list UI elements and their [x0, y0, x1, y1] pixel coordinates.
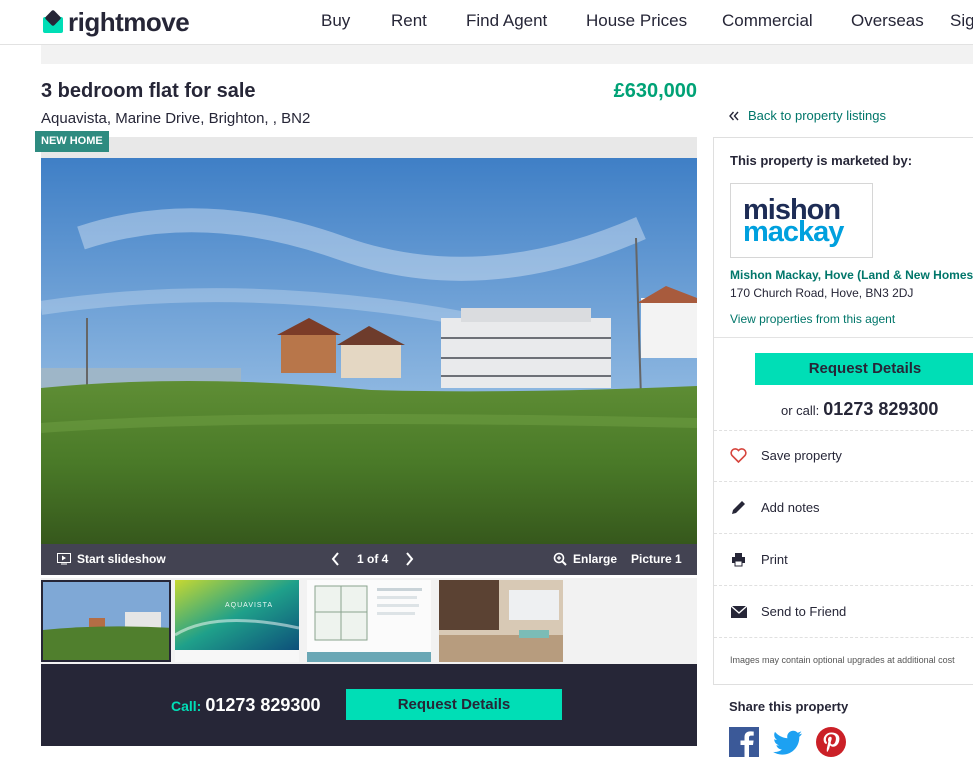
- main-property-photo[interactable]: [41, 158, 697, 544]
- agent-panel: This property is marketed by: mishon mac…: [713, 137, 973, 685]
- back-to-listings-link[interactable]: Back to property listings: [729, 108, 886, 123]
- call-agent: Call: 01273 829300: [171, 695, 320, 716]
- zoom-icon: [553, 552, 567, 566]
- divider: [714, 430, 973, 431]
- enlarge-label: Enlarge: [573, 552, 618, 566]
- marketed-by-heading: This property is marketed by:: [730, 153, 913, 168]
- gallery-controls: Start slideshow 1 of 4 Enlarge Picture 1: [41, 544, 697, 575]
- divider: [714, 585, 973, 586]
- double-chevron-left-icon: [729, 111, 739, 120]
- save-property-button[interactable]: Save property: [730, 447, 842, 464]
- or-call: or call: 01273 829300: [781, 399, 938, 420]
- thumb-brand-text: AQUAVISTA: [225, 602, 274, 609]
- twitter-icon[interactable]: [773, 727, 803, 757]
- view-agent-properties-link[interactable]: View properties from this agent: [730, 312, 895, 326]
- nav-buy[interactable]: Buy: [321, 11, 350, 31]
- chevron-left-icon[interactable]: [331, 552, 341, 566]
- thumbnail-1[interactable]: [41, 580, 171, 662]
- slideshow-label: Start slideshow: [77, 552, 166, 566]
- property-address: Aquavista, Marine Drive, Brighton, , BN2: [41, 110, 311, 127]
- back-label: Back to property listings: [748, 108, 887, 123]
- nav-sign-in[interactable]: Sig: [950, 11, 973, 31]
- divider: [714, 637, 973, 638]
- photo-gallery: Start slideshow 1 of 4 Enlarge Picture 1: [41, 137, 697, 575]
- contact-cta-bar: Call: 01273 829300 Request Details: [41, 664, 697, 746]
- print-label: Print: [761, 552, 788, 567]
- thumbnail-strip: AQUAVISTA: [41, 578, 697, 664]
- enlarge-button[interactable]: Enlarge: [553, 552, 617, 566]
- send-to-friend-label: Send to Friend: [761, 604, 847, 619]
- nav-commercial[interactable]: Commercial: [722, 11, 813, 31]
- request-details-button[interactable]: Request Details: [346, 689, 562, 720]
- call-phone-number[interactable]: 01273 829300: [205, 695, 320, 716]
- heart-icon: [730, 447, 747, 464]
- thumbnail-3[interactable]: [307, 580, 431, 662]
- nav-rent[interactable]: Rent: [391, 11, 427, 31]
- nav-find-agent[interactable]: Find Agent: [466, 11, 547, 31]
- top-nav-bar: rightmove Buy Rent Find Agent House Pric…: [0, 0, 973, 45]
- chevron-right-icon[interactable]: [404, 552, 414, 566]
- thumbnail-2[interactable]: AQUAVISTA: [175, 580, 299, 662]
- print-button[interactable]: Print: [730, 551, 788, 568]
- printer-icon: [730, 551, 747, 568]
- images-disclaimer: Images may contain optional upgrades at …: [730, 655, 955, 665]
- send-to-friend-button[interactable]: Send to Friend: [730, 603, 846, 620]
- facebook-icon[interactable]: [729, 727, 759, 757]
- logo-text: rightmove: [68, 7, 190, 37]
- envelope-icon: [730, 603, 747, 620]
- picture-counter: 1 of 4: [357, 552, 389, 566]
- slideshow-icon: [57, 553, 71, 565]
- sidebar-request-details-button[interactable]: Request Details: [755, 353, 973, 385]
- add-notes-label: Add notes: [761, 500, 820, 515]
- save-property-label: Save property: [761, 448, 842, 463]
- nav-house-prices[interactable]: House Prices: [586, 11, 687, 31]
- property-title: 3 bedroom flat for sale: [41, 80, 256, 102]
- nav-overseas[interactable]: Overseas: [851, 11, 924, 31]
- new-home-badge: NEW HOME: [35, 131, 109, 152]
- sidebar-phone-number[interactable]: 01273 829300: [823, 399, 938, 420]
- thumbnail-4[interactable]: [439, 580, 563, 662]
- start-slideshow-button[interactable]: Start slideshow: [57, 552, 166, 566]
- call-label: Call:: [171, 698, 202, 714]
- pencil-icon: [730, 499, 747, 516]
- divider: [714, 533, 973, 534]
- agent-logo[interactable]: mishon mackay: [730, 183, 873, 258]
- divider: [714, 481, 973, 482]
- agent-logo-line-2: mackay: [743, 216, 844, 248]
- share-heading: Share this property: [729, 699, 849, 714]
- or-call-label: or call:: [781, 403, 820, 418]
- picture-label: Picture 1: [631, 552, 682, 566]
- ad-strip: [41, 45, 973, 64]
- pinterest-icon[interactable]: [816, 727, 846, 757]
- add-notes-button[interactable]: Add notes: [730, 499, 820, 516]
- agent-address: 170 Church Road, Hove, BN3 2DJ: [730, 286, 914, 300]
- rightmove-logo[interactable]: rightmove: [41, 7, 190, 38]
- gallery-pager: 1 of 4: [331, 552, 414, 566]
- agent-name-link[interactable]: Mishon Mackay, Hove (Land & New Homes): [730, 268, 973, 282]
- logo-house-icon: [41, 9, 65, 35]
- divider: [714, 337, 973, 338]
- property-price: £630,000: [613, 80, 697, 102]
